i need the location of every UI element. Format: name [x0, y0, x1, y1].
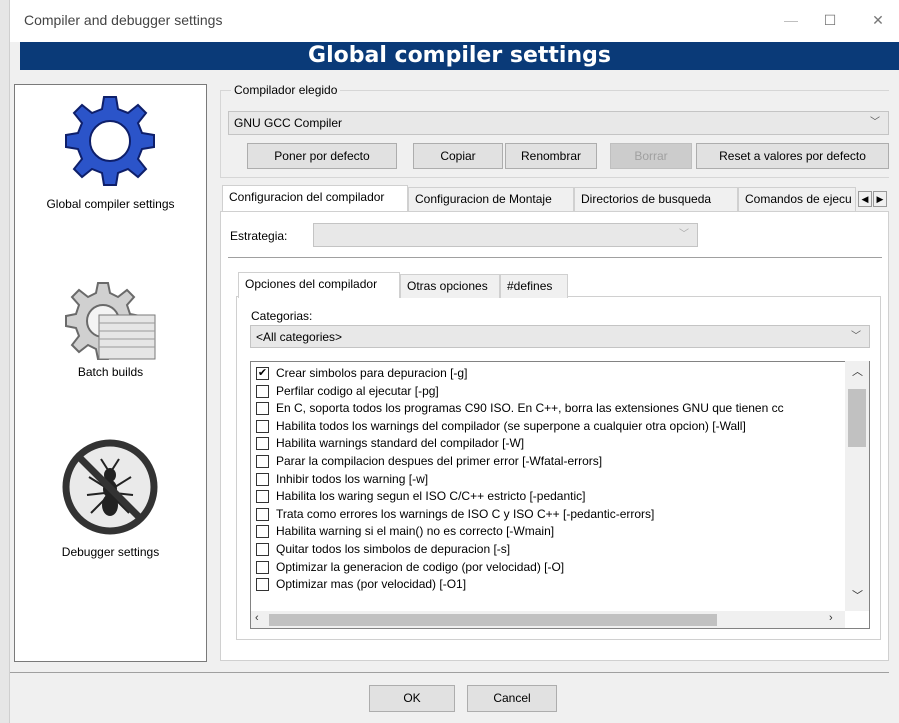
close-button[interactable]: ✕: [863, 7, 893, 33]
ok-button[interactable]: OK: [369, 685, 455, 712]
delete-button[interactable]: Borrar: [610, 143, 692, 169]
option-checkbox[interactable]: [256, 525, 269, 539]
background-window-edge: [0, 0, 10, 723]
divider: [228, 257, 882, 258]
set-default-button[interactable]: Poner por defecto: [247, 143, 397, 169]
option-label: Habilita todos los warnings del compilad…: [276, 418, 746, 433]
option-label: Optimizar mas (por velocidad) [-O1]: [276, 577, 467, 592]
rename-button[interactable]: Renombrar: [505, 143, 597, 169]
selected-compiler-label: Compilador elegido: [231, 83, 341, 97]
divider: [10, 672, 889, 673]
tab-other-options[interactable]: Otras opciones: [400, 274, 500, 298]
chevron-down-icon: ﹀: [870, 117, 880, 128]
chevron-right-icon[interactable]: ›: [829, 612, 833, 624]
chevron-left-icon[interactable]: ‹: [255, 612, 259, 624]
chevron-down-icon: ﹀: [851, 331, 861, 342]
strategy-label: Estrategia:: [230, 229, 288, 243]
option-checkbox[interactable]: [256, 472, 269, 486]
gear-stack-icon: [65, 282, 156, 360]
tab-compiler-settings[interactable]: Configuracion del compilador: [222, 185, 408, 211]
option-label: Parar la compilacion despues del primer …: [276, 454, 603, 468]
option-label: Habilita warnings standard del compilado…: [276, 436, 525, 451]
option-checkbox[interactable]: [256, 437, 269, 451]
chevron-down-icon: ﹀: [679, 229, 689, 240]
page-banner: Global compiler settings: [20, 42, 899, 70]
option-checkbox[interactable]: [256, 507, 269, 521]
option-label: Optimizar la generacion de codigo (por v…: [276, 559, 565, 574]
option-checkbox[interactable]: [256, 560, 269, 574]
sidebar: Global compiler settings Batch builds De…: [14, 84, 207, 662]
scrollbar-thumb[interactable]: [269, 614, 717, 626]
option-checkbox[interactable]: [256, 419, 269, 433]
vertical-scrollbar[interactable]: ︿ ﹀: [845, 361, 869, 611]
cancel-button[interactable]: Cancel: [467, 685, 557, 712]
maximize-button[interactable]: ☐: [815, 7, 845, 33]
title-bar: Compiler and debugger settings — ☐ ✕: [10, 0, 899, 42]
option-checkbox[interactable]: [256, 490, 269, 504]
option-label: Inhibir todos los warning [-w]: [276, 471, 429, 486]
window-title: Compiler and debugger settings: [24, 12, 223, 28]
option-checkbox[interactable]: ✔: [256, 367, 269, 380]
strategy-select[interactable]: ﹀: [313, 223, 698, 247]
categories-select[interactable]: <All categories> ﹀: [250, 325, 870, 348]
tab-scroll-left-icon[interactable]: ◀: [858, 191, 872, 207]
compiler-select-value: GNU GCC Compiler: [234, 116, 343, 130]
sidebar-item-label: Batch builds: [77, 365, 144, 379]
sidebar-item-label: Global compiler settings: [46, 197, 175, 211]
option-label: Trata como errores los warnings de ISO C…: [276, 506, 655, 521]
scrollbar-thumb[interactable]: [848, 389, 866, 447]
option-label: Habilita warning si el main() no es corr…: [276, 524, 555, 539]
categories-select-value: <All categories>: [256, 330, 343, 344]
option-checkbox[interactable]: [256, 543, 269, 556]
chevron-down-icon[interactable]: ﹀: [852, 587, 863, 603]
tab-compiler-flags[interactable]: Opciones del compilador: [238, 272, 400, 298]
tab-linker-settings[interactable]: Configuracion de Montaje: [408, 187, 574, 211]
option-label: En C, soporta todos los programas C90 IS…: [276, 401, 784, 416]
compiler-options-list[interactable]: ✔ Crear simbolos para depuracion [-g] Perf…: [250, 361, 870, 629]
tab-defines[interactable]: #defines: [500, 274, 568, 298]
copy-button[interactable]: Copiar: [413, 143, 503, 169]
option-label: Habilita los waring segun el ISO C/C++ e…: [276, 489, 586, 504]
option-checkbox[interactable]: [256, 578, 269, 592]
no-bug-icon: [62, 439, 158, 535]
option-checkbox[interactable]: [256, 384, 269, 398]
compiler-select[interactable]: GNU GCC Compiler ﹀: [228, 111, 889, 135]
minimize-button[interactable]: —: [776, 7, 806, 33]
tab-strip: Configuracion del compilador Configuraci…: [220, 185, 889, 211]
reset-defaults-button[interactable]: Reset a valores por defecto: [696, 143, 889, 169]
option-checkbox[interactable]: [256, 455, 269, 468]
sidebar-item-debugger-settings[interactable]: Debugger settings: [15, 437, 206, 559]
option-label: Crear simbolos para depuracion [-g]: [276, 366, 468, 380]
categories-label: Categorias:: [251, 309, 313, 323]
sidebar-item-global-compiler[interactable]: Global compiler settings: [15, 89, 206, 211]
option-checkbox[interactable]: [256, 402, 269, 416]
option-label: Quitar todos los simbolos de depuracion …: [276, 542, 511, 556]
tab-scroll-right-icon[interactable]: ▶: [873, 191, 887, 207]
gear-icon: [65, 96, 155, 186]
option-label: Perfilar codigo al ejecutar [-pg]: [276, 383, 439, 398]
tab-toolchain-executables[interactable]: Comandos de ejecu: [738, 187, 856, 211]
tab-search-directories[interactable]: Directorios de busqueda: [574, 187, 738, 211]
sidebar-item-label: Debugger settings: [61, 545, 160, 559]
horizontal-scrollbar[interactable]: ‹ ›: [251, 611, 845, 628]
chevron-up-icon[interactable]: ︿: [852, 363, 863, 379]
sidebar-item-batch-builds[interactable]: Batch builds: [15, 275, 206, 385]
